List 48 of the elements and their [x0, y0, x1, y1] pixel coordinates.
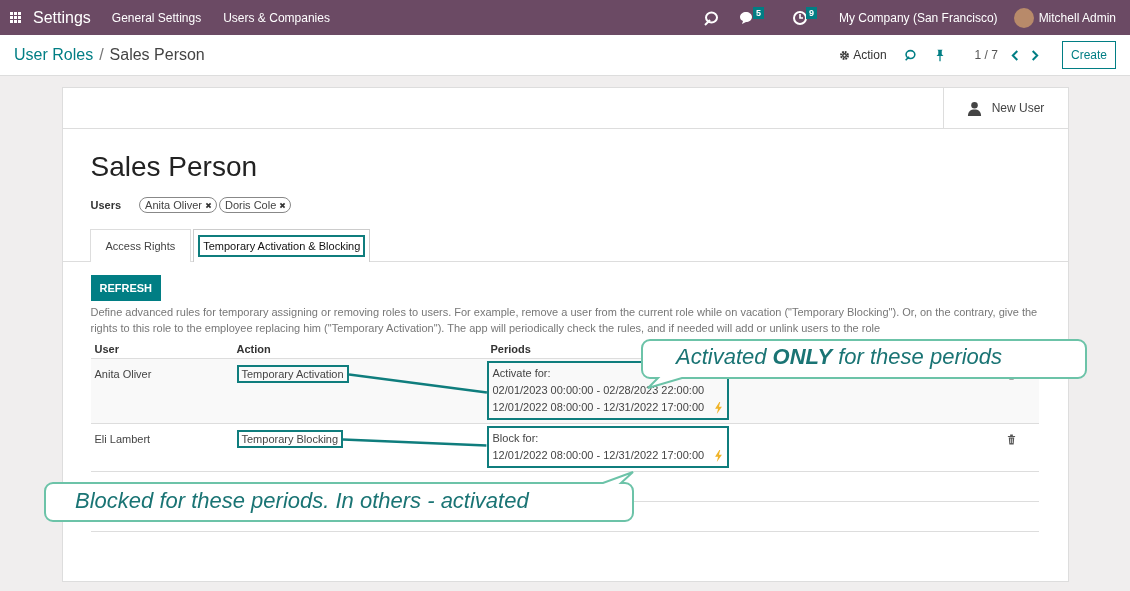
period-range: 02/01/2023 00:00:00 - 02/28/2023 22:00:00	[492, 383, 705, 398]
tab[interactable]: Temporary Activation & Blocking	[193, 229, 371, 262]
column-header: Action	[232, 340, 487, 359]
column-header: User	[90, 340, 233, 359]
table-cell: Temporary Activation	[236, 365, 349, 383]
period-range: 12/01/2022 08:00:00 - 12/31/2022 17:00:00	[492, 400, 705, 415]
refresh-button[interactable]: REFRESH	[90, 275, 162, 301]
loop-icon[interactable]	[902, 48, 917, 62]
app-name[interactable]: Settings	[33, 8, 91, 27]
periods-heading: Block for:	[492, 431, 540, 446]
trash-icon[interactable]	[1006, 434, 1016, 445]
loop-icon[interactable]	[702, 9, 719, 26]
count-badge: 5	[752, 6, 764, 19]
period-range: 12/01/2022 08:00:00 - 12/31/2022 17:00:00	[492, 448, 705, 463]
callout-text: Blocked for these periods. In others - activated	[75, 488, 529, 514]
chat-icon	[738, 9, 755, 26]
menu-item[interactable]: Users & Companies	[223, 10, 330, 25]
user-icon	[966, 100, 982, 116]
create-button[interactable]: Create	[1061, 41, 1116, 69]
previous-icon[interactable]	[1010, 49, 1020, 61]
table-cell: Eli Lambert	[94, 433, 151, 445]
menu-item[interactable]: General Settings	[111, 10, 202, 25]
next-icon[interactable]	[1029, 49, 1039, 61]
record-title: Sales Person	[90, 151, 259, 183]
breadcrumb-separator: /	[99, 46, 104, 64]
field-label: Users	[90, 199, 122, 211]
remove-icon[interactable]	[204, 201, 212, 209]
pager-value: 1 / 7	[974, 48, 998, 62]
gear-icon	[839, 49, 851, 61]
lightning-icon	[714, 401, 724, 414]
table-cell: Anita Oliver	[94, 368, 152, 380]
messages-button[interactable]: 5	[738, 9, 772, 26]
periods-heading: Activate for:	[492, 366, 552, 381]
avatar[interactable]	[1013, 7, 1034, 28]
remove-icon[interactable]	[279, 201, 287, 209]
breadcrumb-current: Sales Person	[109, 46, 205, 64]
count-badge: 9	[805, 6, 817, 19]
breadcrumb-link[interactable]: User Roles	[14, 46, 94, 64]
company-switcher[interactable]: My Company (San Francisco)	[838, 10, 998, 25]
description-text: Define advanced rules for temporary assigning or removing roles to users. For example, remove a user from the current role while on vacation ("Temporary Blocking"). Or, on the contrary, give the rights to this role to the employee replacing him ("Temporary Activation"). The app will periodically check the rules, and if needed will add or unlink users to the role	[90, 305, 1039, 336]
clock-icon	[791, 9, 808, 26]
lightning-icon	[714, 449, 724, 462]
apps-menu-icon[interactable]	[10, 11, 22, 24]
activities-button[interactable]: 9	[791, 9, 825, 26]
action-button[interactable]: Action	[839, 48, 887, 62]
user-menu[interactable]: Mitchell Admin	[1038, 10, 1116, 25]
tab[interactable]: Access Rights	[89, 229, 192, 262]
table-cell: Temporary Blocking	[236, 430, 344, 448]
